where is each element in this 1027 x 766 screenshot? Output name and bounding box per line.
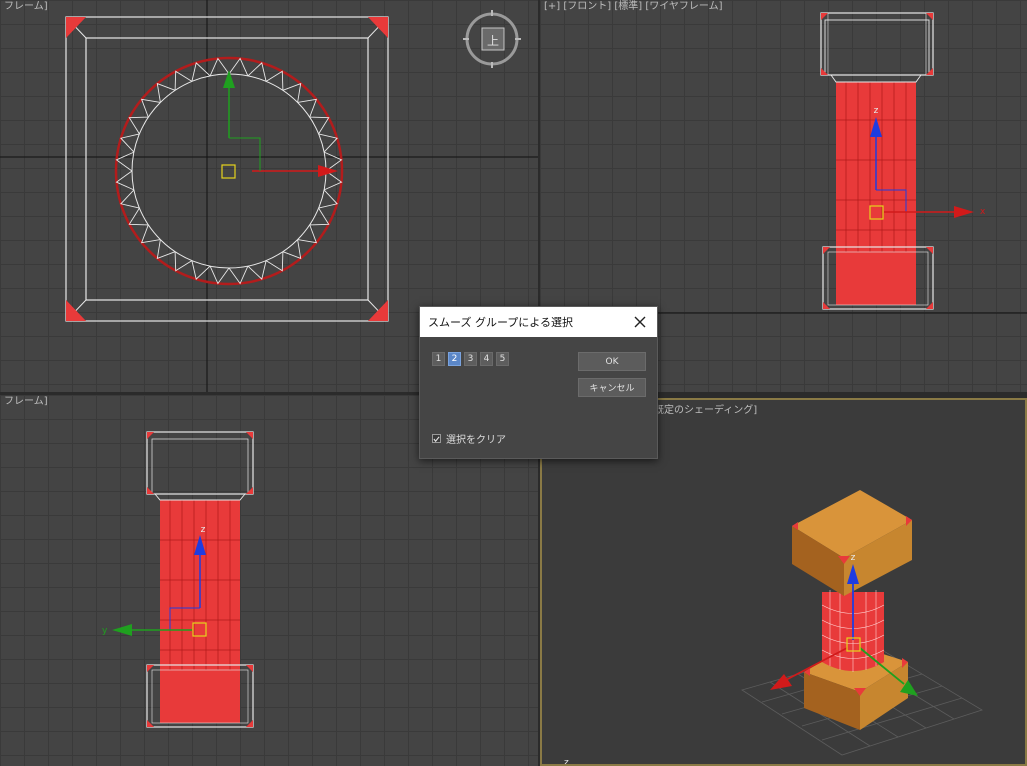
- checkmark-icon: [433, 435, 440, 442]
- dialog-titlebar[interactable]: スムーズ グループによる選択: [420, 307, 657, 337]
- ok-button[interactable]: OK: [578, 352, 646, 371]
- axis-label-z: z: [201, 525, 206, 535]
- viewcube[interactable]: 上: [462, 9, 522, 69]
- dialog-title: スムーズ グループによる選択: [428, 316, 573, 329]
- clear-selection-label: 選択をクリア: [446, 435, 506, 446]
- smooth-group-button-2[interactable]: 2: [448, 352, 461, 366]
- axis-label-z: z: [851, 553, 856, 563]
- axis-label-y: y: [102, 626, 108, 636]
- axis-label-x: x: [980, 207, 986, 217]
- smooth-group-button-1[interactable]: 1: [432, 352, 445, 366]
- cancel-button[interactable]: キャンセル: [578, 378, 646, 397]
- smooth-group-select-dialog: スムーズ グループによる選択 1 2 3 4 5 OK キャンセル 選択をクリア: [419, 306, 658, 459]
- close-icon[interactable]: [631, 313, 649, 331]
- smooth-group-button-3[interactable]: 3: [464, 352, 477, 366]
- clear-selection-option[interactable]: 選択をクリア: [432, 431, 506, 446]
- viewcube-face-label: 上: [487, 34, 499, 48]
- clear-selection-checkbox[interactable]: [432, 434, 441, 443]
- smooth-group-button-4[interactable]: 4: [480, 352, 493, 366]
- dialog-body: 1 2 3 4 5 OK キャンセル 選択をクリア: [420, 337, 657, 459]
- smooth-group-buttons: 1 2 3 4 5: [432, 352, 509, 366]
- smooth-group-button-5[interactable]: 5: [496, 352, 509, 366]
- world-axis-z-label: z: [564, 758, 569, 766]
- axis-label-z: z: [874, 106, 879, 116]
